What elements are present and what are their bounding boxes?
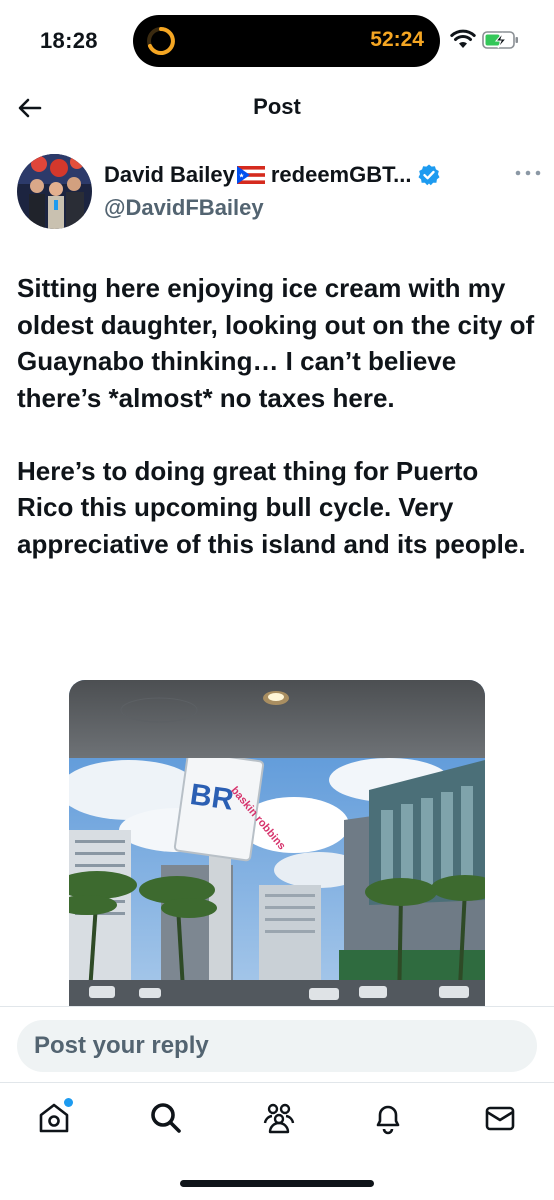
nav-search[interactable] <box>149 1101 183 1135</box>
display-name: David Bailey <box>104 162 235 187</box>
nav-home[interactable] <box>37 1098 73 1135</box>
display-name-line[interactable]: David Bailey redeemGBT... <box>104 162 441 188</box>
notifications-icon <box>376 1105 400 1135</box>
notification-dot <box>64 1098 73 1107</box>
live-activity-timer: 52:24 <box>370 28 424 51</box>
search-icon <box>151 1103 181 1133</box>
display-name-suffix: redeemGBT... <box>270 162 412 187</box>
verified-badge-icon[interactable] <box>417 163 441 187</box>
nav-messages[interactable] <box>483 1101 517 1135</box>
post-image[interactable]: BR baskin robbins <box>69 680 485 1006</box>
communities-icon <box>263 1103 295 1134</box>
avatar-photo <box>17 154 92 229</box>
status-time: 18:28 <box>40 28 98 53</box>
nav-communities[interactable] <box>262 1101 296 1135</box>
wifi-icon <box>450 29 476 48</box>
status-bar: 18:28 52:24 <box>0 0 554 80</box>
nav-notifications[interactable] <box>371 1101 405 1135</box>
timer-ring-icon <box>147 27 175 55</box>
sign-logo: BR <box>188 778 236 817</box>
post-body: Sitting here enjoying ice cream with my … <box>17 270 537 562</box>
post-paragraph: Sitting here enjoying ice cream with my … <box>17 273 535 413</box>
page-title: Post <box>253 94 301 119</box>
reply-input[interactable] <box>17 1020 537 1072</box>
more-options-icon[interactable] <box>513 168 543 178</box>
battery-charging-icon <box>482 31 518 49</box>
puerto-rico-flag-icon <box>236 166 265 184</box>
reply-bar <box>0 1006 554 1082</box>
messages-icon <box>485 1106 515 1131</box>
user-handle[interactable]: @DavidFBailey <box>104 195 264 221</box>
home-indicator[interactable] <box>180 1180 374 1187</box>
avatar[interactable] <box>17 154 92 229</box>
post-author: David Bailey redeemGBT... @DavidFBailey <box>17 154 541 234</box>
top-header: Post <box>0 80 554 136</box>
dynamic-island[interactable]: 52:24 <box>133 15 440 67</box>
post-photo: BR baskin robbins <box>69 680 485 1006</box>
post-paragraph: Here’s to doing great thing for Puerto R… <box>17 455 526 559</box>
